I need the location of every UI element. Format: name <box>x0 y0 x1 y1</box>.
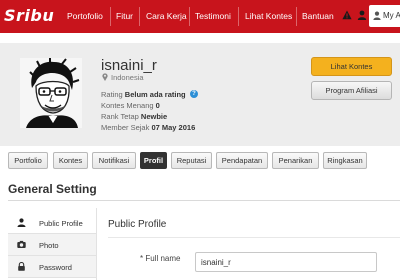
profile-member-since: Member Sejak 07 May 2016 <box>101 123 195 132</box>
tab-penarikan[interactable]: Penarikan <box>272 152 319 169</box>
user-icon <box>373 11 381 20</box>
tab-reputasi[interactable]: Reputasi <box>171 152 212 169</box>
full-name-input[interactable] <box>195 252 377 272</box>
sribu-logo[interactable]: Sribu <box>4 6 54 25</box>
tab-pendapatan[interactable]: Pendapatan <box>216 152 268 169</box>
tab-kontes[interactable]: Kontes <box>53 152 88 169</box>
avatar <box>20 58 82 128</box>
settings-menu-photo[interactable]: Photo <box>8 234 96 256</box>
rating-label: Rating <box>101 90 123 99</box>
top-navbar: Sribu Portofolio Fitur Cara Kerja Testim… <box>0 0 400 33</box>
settings-menu-label: Photo <box>39 241 59 250</box>
affiliate-program-button[interactable]: Program Afiliasi <box>311 81 392 100</box>
nav-fitur[interactable]: Fitur <box>116 11 133 21</box>
profile-rating: Rating Belum ada rating <box>101 90 186 99</box>
nav-portofolio[interactable]: Portofolio <box>67 11 103 21</box>
help-icon[interactable]: ? <box>190 90 198 98</box>
settings-menu-public-profile[interactable]: Public Profile <box>8 212 96 234</box>
tab-ringkasan[interactable]: Ringkasan <box>323 152 367 169</box>
nav-divider <box>189 7 190 26</box>
wins-value: 0 <box>155 101 160 110</box>
view-contests-button[interactable]: Lihat Kontes <box>311 57 392 76</box>
divider <box>8 200 400 201</box>
nav-divider <box>110 7 111 26</box>
nav-divider <box>296 7 297 26</box>
full-name-label: * Full name <box>140 254 181 263</box>
settings-menu-password[interactable]: Password <box>8 256 96 278</box>
user-account-menu[interactable]: My A <box>369 5 400 27</box>
page-title: General Setting <box>8 182 97 196</box>
user-icon <box>17 218 26 227</box>
location-pin-icon <box>102 73 108 81</box>
user-menu-label: My A <box>383 11 400 20</box>
settings-menu-label: Public Profile <box>39 219 83 228</box>
nav-divider <box>139 7 140 26</box>
settings-menu-label: Password <box>39 263 72 272</box>
rank-value: Newbie <box>140 112 168 121</box>
divider <box>108 237 400 238</box>
rating-value: Belum ada rating <box>124 90 186 99</box>
wins-label: Kontes Menang <box>101 101 154 110</box>
tab-notifikasi[interactable]: Notifikasi <box>92 152 136 169</box>
camera-icon <box>17 240 26 248</box>
warning-icon[interactable] <box>342 10 352 20</box>
nav-testimoni[interactable]: Testimoni <box>195 11 231 21</box>
nav-divider <box>238 7 239 26</box>
tab-portfolio[interactable]: Portfolio <box>8 152 48 169</box>
nav-lihat-kontes[interactable]: Lihat Kontes <box>245 11 292 21</box>
member-label: Member Sejak <box>101 123 150 132</box>
profile-wins: Kontes Menang 0 <box>101 101 160 110</box>
rank-label: Rank Tetap <box>101 112 139 121</box>
profile-rank: Rank Tetap Newbie <box>101 112 167 121</box>
lock-icon <box>18 262 25 271</box>
profile-username: isnaini_r <box>101 57 157 74</box>
nav-cara-kerja[interactable]: Cara Kerja <box>146 11 187 21</box>
profile-location: Indonesia <box>111 73 144 82</box>
user-icon[interactable] <box>357 10 367 20</box>
tab-profil[interactable]: Profil <box>140 152 167 169</box>
nav-bantuan[interactable]: Bantuan <box>302 11 334 21</box>
member-value: 07 May 2016 <box>151 123 196 132</box>
panel-title: Public Profile <box>108 219 167 230</box>
